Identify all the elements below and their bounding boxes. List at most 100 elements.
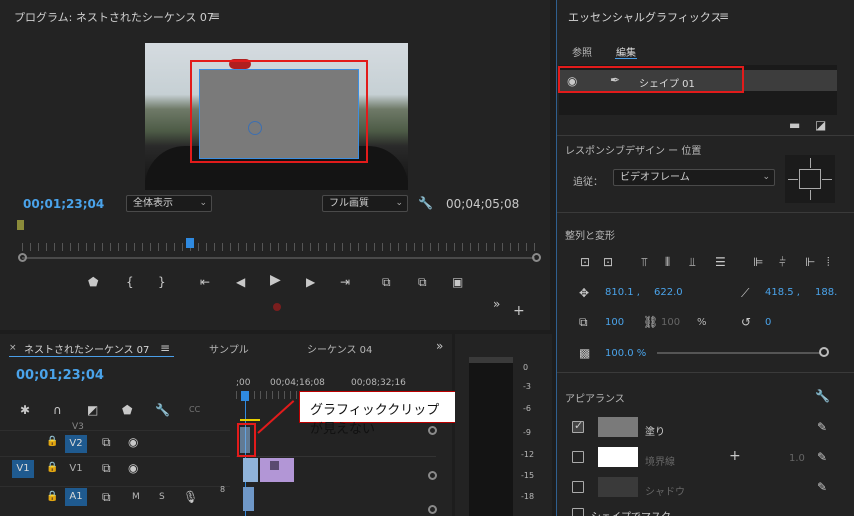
add-button-icon[interactable]: + (513, 304, 525, 318)
add-marker-icon[interactable]: ⬟ (122, 403, 132, 417)
program-menu-icon[interactable]: ≡ (210, 9, 220, 23)
lock-icon[interactable]: 🔒 (46, 490, 58, 504)
scroll-handle-left[interactable] (18, 253, 27, 262)
align-to-frame-icon[interactable]: ⊡ (580, 255, 590, 269)
follow-select[interactable]: ビデオフレーム ⌄ (613, 169, 775, 186)
opacity-slider-track[interactable] (657, 352, 823, 354)
record-icon[interactable] (273, 303, 281, 311)
more-controls-icon[interactable]: » (493, 297, 500, 311)
tab-sequence-04[interactable]: シーケンス 04 (307, 341, 372, 356)
essential-graphics-title[interactable]: エッセンシャルグラフィックス (568, 9, 721, 25)
microphone-icon[interactable]: 🎙 (183, 490, 198, 504)
position-x[interactable]: 810.1 , (605, 287, 640, 298)
solo-button[interactable]: S (159, 492, 165, 502)
video-clip-v1[interactable] (243, 458, 258, 482)
eyedropper-icon[interactable]: ✎ (817, 480, 827, 494)
more-tabs-icon[interactable]: » (436, 339, 443, 353)
tab-nested-sequence-07[interactable]: ネストされたシーケンス 07 (24, 341, 149, 356)
new-group-icon[interactable]: ▬ (789, 118, 800, 132)
opacity-slider-handle[interactable] (819, 347, 829, 357)
go-to-in-icon[interactable]: ⇤ (200, 275, 210, 289)
track-v2-toggle[interactable]: V2 (65, 435, 87, 453)
extract-icon[interactable]: ⧉ (418, 275, 427, 289)
export-frame-icon[interactable]: ▣ (452, 275, 463, 289)
anchor-y[interactable]: 188. (815, 287, 837, 298)
go-to-out-icon[interactable]: ⇥ (340, 275, 350, 289)
eye-icon[interactable]: ◉ (128, 461, 138, 475)
distribute-vertical-icon[interactable]: ☰ (715, 255, 726, 269)
lock-icon[interactable]: 🔒 (46, 435, 58, 449)
mask-label: シェイプでマスク (591, 508, 671, 516)
sync-lock-icon[interactable]: ⧉ (102, 490, 111, 504)
step-back-icon[interactable]: ◀ (236, 275, 245, 289)
align-left-icon[interactable]: ⊫ (753, 255, 763, 269)
fill-swatch[interactable] (598, 417, 638, 437)
wrench-icon[interactable]: 🔧 (815, 389, 830, 403)
timeline-menu-icon[interactable]: ≡ (160, 341, 170, 355)
new-layer-icon[interactable]: ◪ (815, 118, 826, 132)
tab-sample[interactable]: サンプル (209, 341, 249, 356)
tab-browse[interactable]: 参照 (572, 44, 592, 59)
wrench-icon[interactable]: 🔧 (155, 403, 170, 417)
track-v1-toggle[interactable]: V1 (65, 460, 87, 478)
add-stroke-icon[interactable]: + (729, 449, 741, 463)
in-point-marker-icon[interactable] (17, 220, 24, 230)
distribute-horizontal-icon[interactable]: ⦙ (827, 255, 830, 269)
timeline-vscroll-handle-top[interactable] (428, 426, 437, 435)
playhead-icon[interactable] (186, 238, 194, 248)
shadow-checkbox[interactable] (572, 481, 584, 493)
position-y[interactable]: 622.0 (654, 287, 683, 298)
timeline-vscroll-handle-bottom[interactable] (428, 471, 437, 480)
wrench-icon[interactable]: 🔧 (418, 196, 433, 210)
mute-button[interactable]: M (132, 492, 140, 502)
audio-clip-a1[interactable] (243, 487, 254, 511)
program-ruler[interactable] (22, 243, 540, 251)
lock-icon[interactable]: 🔒 (46, 461, 58, 475)
align-bottom-icon[interactable]: ⫫ (689, 255, 696, 269)
eg-menu-icon[interactable]: ≡ (719, 9, 729, 23)
scroll-track[interactable] (22, 257, 535, 259)
eyedropper-icon[interactable]: ✎ (817, 450, 827, 464)
snap-icon[interactable]: ✱ (20, 403, 30, 417)
sync-lock-icon[interactable]: ⧉ (102, 461, 111, 475)
anchor-x[interactable]: 418.5 , (765, 287, 800, 298)
align-right-icon[interactable]: ⊩ (805, 255, 815, 269)
align-top-icon[interactable]: ⫪ (641, 255, 648, 269)
mark-in-icon[interactable]: { (126, 275, 134, 289)
mark-out-icon[interactable]: } (158, 275, 166, 289)
rotation-value[interactable]: 0 (765, 317, 771, 328)
align-to-selection-icon[interactable]: ⊡ (603, 255, 613, 269)
step-forward-icon[interactable]: ▶ (306, 275, 315, 289)
timeline-vscroll-handle-a1[interactable] (428, 505, 437, 514)
track-a1-toggle[interactable]: A1 (65, 488, 87, 506)
sync-lock-icon[interactable]: ⧉ (102, 435, 111, 449)
source-v1-patch[interactable]: V1 (12, 460, 34, 478)
tab-edit[interactable]: 編集 (616, 44, 636, 59)
linked-selection-icon[interactable]: ◩ (87, 403, 98, 417)
zoom-level-select[interactable]: 全体表示 ⌄ (126, 195, 212, 212)
add-marker-icon[interactable]: ⬟ (88, 275, 98, 289)
magnet-icon[interactable]: ∩ (53, 403, 62, 417)
eyedropper-icon[interactable]: ✎ (817, 420, 827, 434)
close-tab-icon[interactable]: × (9, 343, 17, 353)
shadow-swatch[interactable] (598, 477, 638, 497)
scroll-handle-right[interactable] (532, 253, 541, 262)
align-hcenter-icon[interactable]: ⫩ (779, 255, 786, 269)
play-icon[interactable]: ▶ (270, 273, 281, 287)
program-current-timecode[interactable]: 00;01;23;04 (23, 197, 104, 211)
pin-widget-icon[interactable] (785, 155, 835, 203)
captions-icon[interactable]: CC (189, 403, 200, 417)
link-icon[interactable]: ⛓ (643, 315, 658, 329)
scale-value[interactable]: 100 (605, 317, 624, 328)
timeline-timecode[interactable]: 00;01;23;04 (16, 368, 104, 383)
eye-icon[interactable]: ◉ (128, 435, 138, 449)
program-monitor-title[interactable]: プログラム: ネストされたシーケンス 07 (14, 9, 214, 25)
stroke-width-value[interactable]: 1.0 (789, 453, 805, 464)
stroke-swatch[interactable] (598, 447, 638, 467)
mask-checkbox[interactable] (572, 508, 584, 516)
stroke-checkbox[interactable] (572, 451, 584, 463)
lift-icon[interactable]: ⧉ (382, 275, 391, 289)
playback-quality-select[interactable]: フル画質 ⌄ (322, 195, 408, 212)
opacity-value[interactable]: 100.0 % (605, 348, 646, 359)
align-vcenter-icon[interactable]: ⫴ (665, 255, 670, 269)
